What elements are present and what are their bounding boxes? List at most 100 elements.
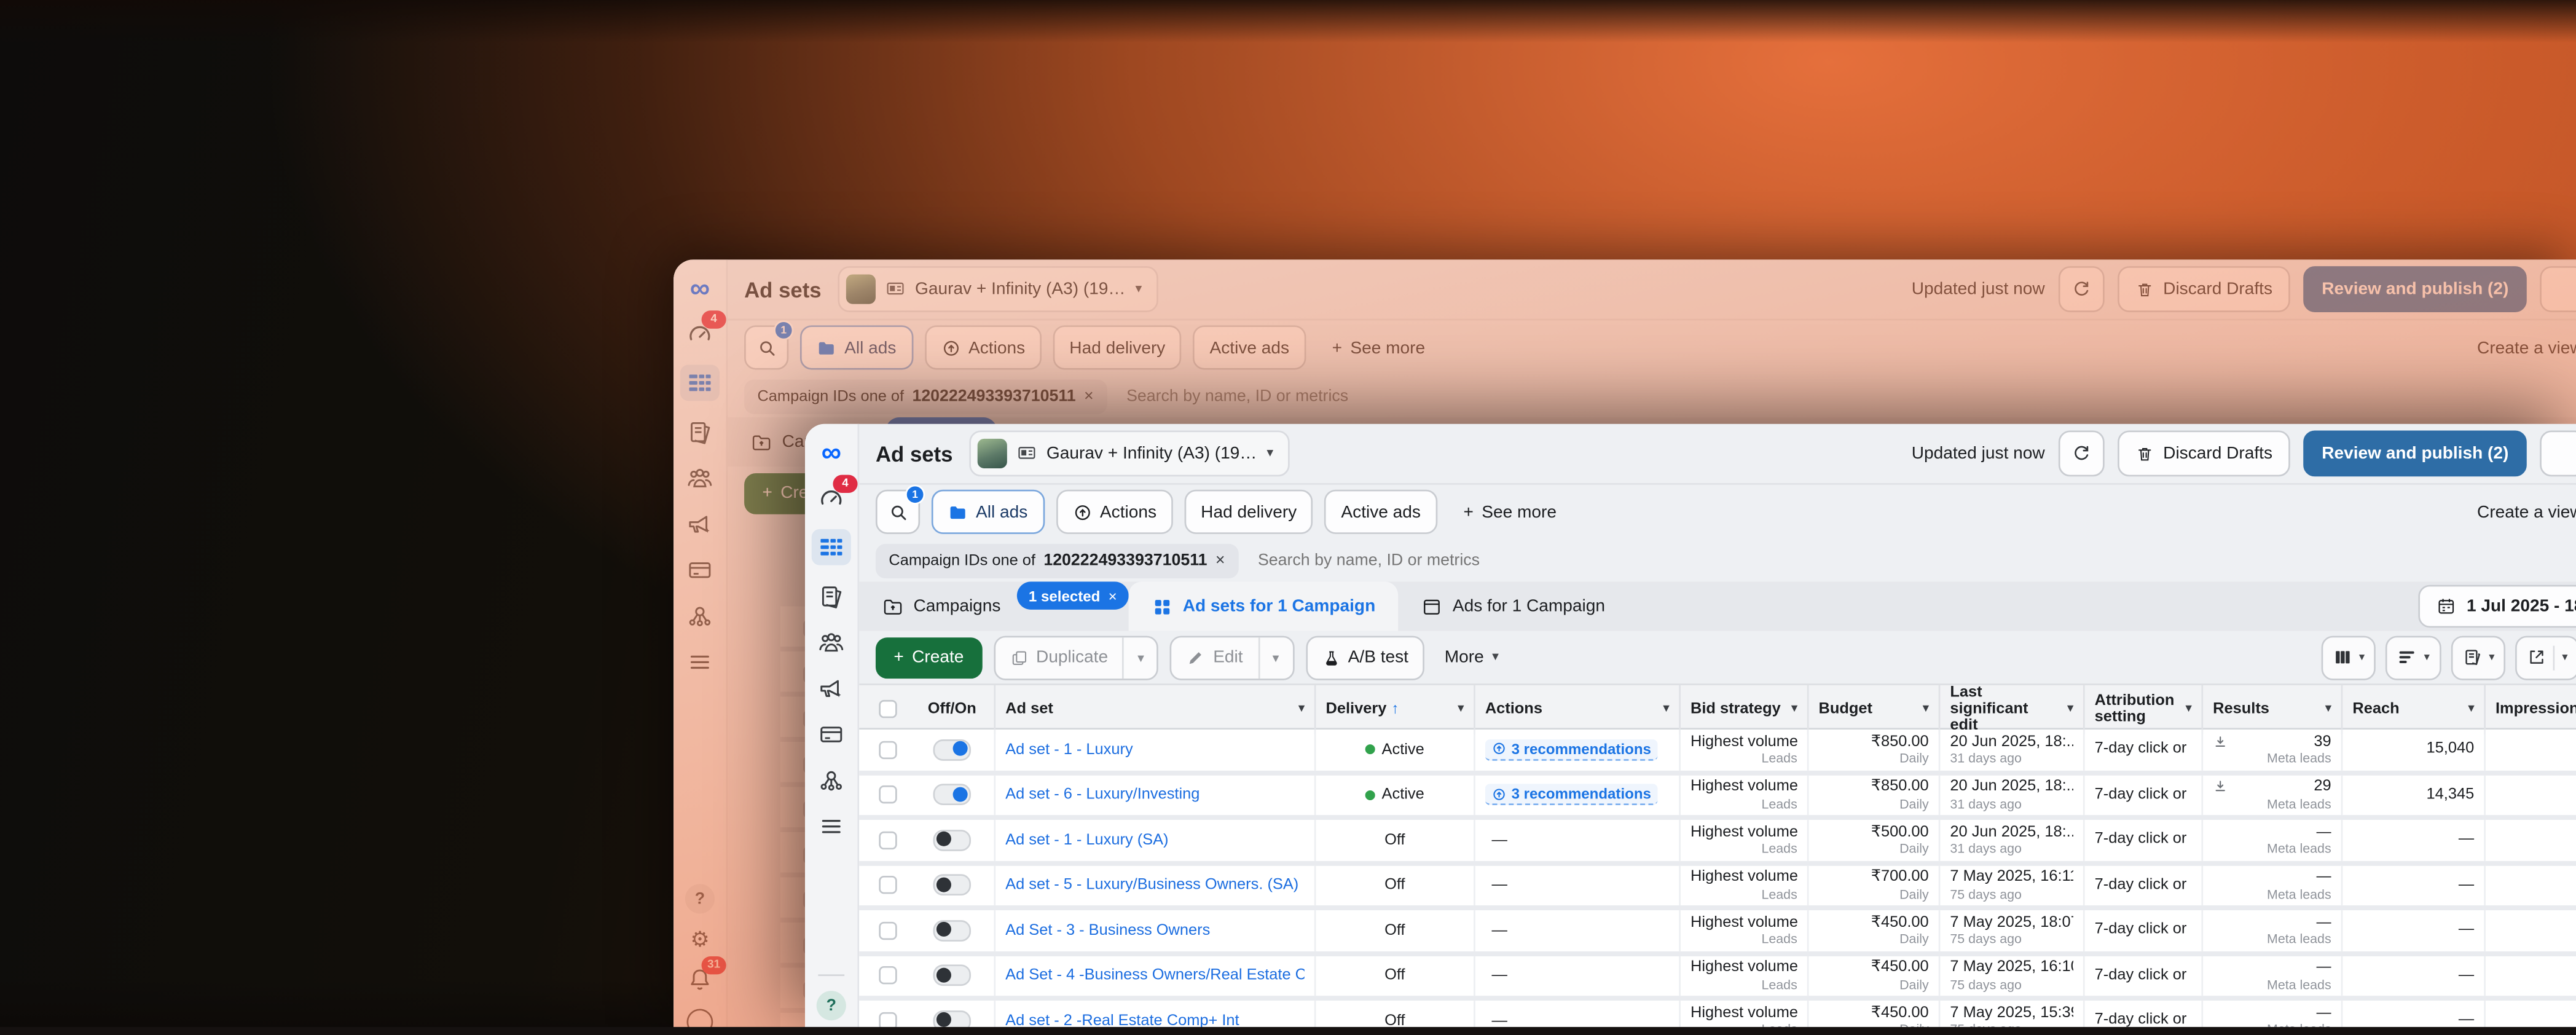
- table-row[interactable]: Ad set - 2 -Real Estate Comp+ Int Off — …: [859, 1001, 2576, 1030]
- row-toggle[interactable]: [933, 919, 971, 941]
- campaign-id-filter-chip[interactable]: Campaign IDs one of120222493393710511 ×: [744, 379, 1107, 413]
- ad-set-name-link[interactable]: Ad set - 1 - Luxury: [1005, 741, 1305, 758]
- search-filter-button[interactable]: 1: [876, 490, 920, 534]
- row-checkbox[interactable]: [879, 967, 897, 985]
- account-selector[interactable]: Gaurav + Infinity (A3) (19… ▾: [838, 266, 1158, 312]
- filter-see-more[interactable]: +See more: [1317, 327, 1440, 368]
- recommendations-link[interactable]: 3 recommendations: [1485, 739, 1658, 760]
- refresh-button[interactable]: [2058, 430, 2104, 476]
- reports-button[interactable]: ▾: [2451, 635, 2507, 679]
- close-icon[interactable]: ×: [1215, 551, 1225, 569]
- table-row[interactable]: Ad set - 1 - Luxury Active 3 recommendat…: [859, 730, 2576, 775]
- row-toggle[interactable]: [933, 784, 971, 806]
- columns-button[interactable]: ▾: [2321, 635, 2376, 679]
- billing-icon[interactable]: [685, 556, 715, 585]
- column-ad-set[interactable]: Ad set▾: [995, 685, 1316, 734]
- close-icon[interactable]: ×: [1109, 588, 1117, 604]
- all-tools-icon[interactable]: [685, 647, 715, 677]
- campaigns-icon[interactable]: [680, 365, 720, 401]
- search-input[interactable]: [1255, 549, 2553, 571]
- row-toggle[interactable]: [933, 875, 971, 896]
- column-delivery[interactable]: Delivery↑▾: [1316, 685, 1475, 734]
- edit-button[interactable]: Edit ▾: [1171, 635, 1294, 679]
- help-icon[interactable]: ?: [817, 991, 846, 1020]
- ab-test-button[interactable]: A/B test: [1305, 635, 1425, 679]
- filter-active-ads[interactable]: Active ads: [1193, 325, 1306, 369]
- row-checkbox[interactable]: [879, 741, 897, 758]
- review-publish-button[interactable]: Review and publish (2): [2304, 430, 2527, 476]
- export-button[interactable]: ▾: [2516, 635, 2576, 679]
- column-reach[interactable]: Reach▾: [2342, 685, 2486, 734]
- download-icon[interactable]: [2213, 734, 2228, 749]
- ad-set-name-link[interactable]: Ad Set - 3 - Business Owners: [1005, 921, 1305, 939]
- download-icon[interactable]: [2213, 779, 2228, 794]
- billing-icon[interactable]: [817, 720, 846, 749]
- create-view-link[interactable]: Create a view: [2477, 337, 2576, 357]
- date-range-picker[interactable]: 1 Jul 2025 - 18 Jul 2025: [2419, 585, 2576, 628]
- assets-icon[interactable]: [685, 601, 715, 631]
- review-publish-button[interactable]: Review and publish (2): [2304, 266, 2527, 312]
- filter-see-more[interactable]: +See more: [1448, 491, 1571, 532]
- column-bid-strategy[interactable]: Bid strategy▾: [1681, 685, 1809, 734]
- notifications-bell-icon[interactable]: 31: [685, 964, 715, 994]
- ads-manager-home-icon[interactable]: 4: [685, 319, 715, 348]
- column-results[interactable]: Results▾: [2203, 685, 2342, 734]
- recommendations-link[interactable]: —: [1485, 829, 1514, 851]
- discard-drafts-button[interactable]: Discard Drafts: [2117, 266, 2290, 312]
- column-impressions[interactable]: Impressions: [2486, 685, 2576, 734]
- reports-icon[interactable]: [685, 417, 715, 447]
- advertise-icon[interactable]: [685, 510, 715, 539]
- tab-ads[interactable]: Ads for 1 Campaign: [1399, 581, 1628, 631]
- filter-had-delivery[interactable]: Had delivery: [1184, 490, 1313, 534]
- refresh-button[interactable]: [2058, 266, 2104, 312]
- search-filter-button[interactable]: 1: [744, 325, 788, 369]
- filter-all-ads[interactable]: All ads: [932, 490, 1044, 534]
- create-button[interactable]: +Create: [876, 637, 982, 678]
- filter-actions[interactable]: Actions: [924, 325, 1042, 369]
- ad-set-name-link[interactable]: Ad set - 6 - Luxury/Investing: [1005, 786, 1305, 804]
- account-selector[interactable]: Gaurav + Infinity (A3) (19… ▾: [969, 430, 1290, 476]
- ad-set-name-link[interactable]: Ad set - 1 - Luxury (SA): [1005, 831, 1305, 849]
- tab-campaigns[interactable]: Campaigns: [859, 581, 1024, 631]
- column-attribution[interactable]: Attribution setting▾: [2085, 685, 2203, 734]
- close-icon[interactable]: ×: [1084, 387, 1094, 405]
- tab-ad-sets[interactable]: Ad sets for 1 Campaign: [1128, 581, 1398, 631]
- table-row[interactable]: Ad set - 6 - Luxury/Investing Active 3 r…: [859, 775, 2576, 821]
- recommendations-link[interactable]: —: [1485, 919, 1514, 941]
- row-checkbox[interactable]: [879, 921, 897, 939]
- ad-set-name-link[interactable]: Ad set - 5 - Luxury/Business Owners. (SA…: [1005, 876, 1305, 894]
- table-row[interactable]: Ad set - 1 - Luxury (SA) Off — Highest v…: [859, 820, 2576, 865]
- filter-all-ads[interactable]: All ads: [800, 325, 913, 369]
- table-row[interactable]: Ad Set - 4 -Business Owners/Real Estate …: [859, 956, 2576, 1001]
- breakdown-button[interactable]: ▾: [2386, 635, 2441, 679]
- create-view-link[interactable]: Create a view: [2477, 502, 2576, 522]
- filter-active-ads[interactable]: Active ads: [1325, 490, 1437, 534]
- assets-icon[interactable]: [817, 766, 846, 795]
- chevron-down-icon[interactable]: ▾: [1123, 637, 1157, 678]
- discard-drafts-button[interactable]: Discard Drafts: [2117, 430, 2290, 476]
- row-checkbox[interactable]: [879, 831, 897, 849]
- row-toggle[interactable]: [933, 965, 971, 986]
- row-toggle[interactable]: [933, 829, 971, 851]
- audiences-icon[interactable]: [685, 463, 715, 493]
- more-options-button[interactable]: [2540, 266, 2576, 312]
- more-button[interactable]: More▾: [1436, 647, 1507, 667]
- reports-icon[interactable]: [817, 581, 846, 611]
- filter-actions[interactable]: Actions: [1056, 490, 1173, 534]
- ads-manager-home-icon[interactable]: 4: [817, 483, 846, 513]
- table-row[interactable]: Ad set - 5 - Luxury/Business Owners. (SA…: [859, 865, 2576, 911]
- help-icon[interactable]: ?: [685, 884, 715, 913]
- more-options-button[interactable]: [2540, 430, 2576, 476]
- column-actions[interactable]: Actions▾: [1475, 685, 1681, 734]
- campaign-id-filter-chip[interactable]: Campaign IDs one of120222493393710511 ×: [876, 543, 1238, 578]
- duplicate-button[interactable]: Duplicate ▾: [994, 635, 1159, 679]
- column-budget[interactable]: Budget▾: [1808, 685, 1940, 734]
- advertise-icon[interactable]: [817, 674, 846, 703]
- select-all-checkbox[interactable]: [878, 685, 910, 734]
- filter-had-delivery[interactable]: Had delivery: [1053, 325, 1182, 369]
- row-checkbox[interactable]: [879, 786, 897, 804]
- recommendations-link[interactable]: —: [1485, 965, 1514, 986]
- table-row[interactable]: Ad Set - 3 - Business Owners Off — Highe…: [859, 910, 2576, 956]
- settings-gear-icon[interactable]: ⚙: [690, 929, 709, 950]
- ad-set-name-link[interactable]: Ad Set - 4 -Business Owners/Real Estate …: [1005, 967, 1305, 985]
